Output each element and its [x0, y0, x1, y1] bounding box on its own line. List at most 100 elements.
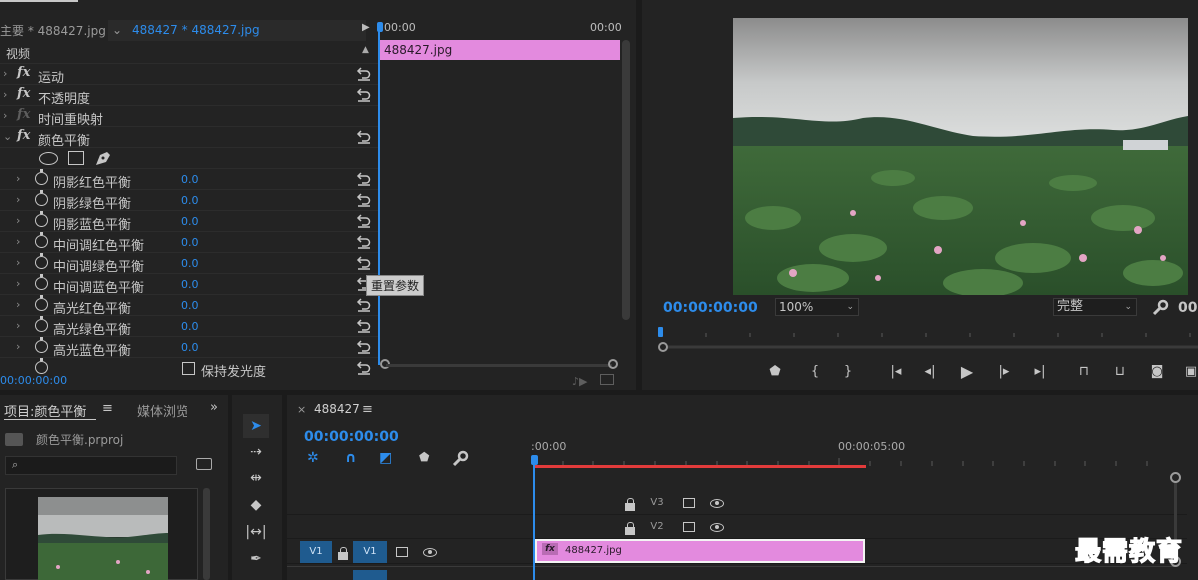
- effect-motion[interactable]: › fx 运动: [0, 63, 378, 86]
- filter-audio-icon[interactable]: ♪▶: [572, 375, 587, 388]
- timeline-timecode[interactable]: 00:00:00:00: [304, 429, 399, 445]
- razor-tool-icon[interactable]: ◆: [243, 493, 269, 517]
- mini-playhead[interactable]: [378, 25, 380, 365]
- param-value[interactable]: 0.0: [181, 278, 199, 291]
- fx-icon[interactable]: fx: [17, 128, 30, 143]
- reset-icon[interactable]: [356, 254, 372, 270]
- track-target-v1[interactable]: V1: [353, 541, 387, 563]
- wrench-icon[interactable]: [1151, 299, 1169, 317]
- timeline-playhead-handle[interactable]: [531, 455, 538, 465]
- param-value[interactable]: 0.0: [181, 236, 199, 249]
- eye-icon[interactable]: [710, 523, 724, 532]
- timeline-playhead[interactable]: [533, 458, 535, 580]
- camera-icon[interactable]: ◙: [1146, 362, 1168, 382]
- stopwatch-icon[interactable]: [35, 190, 48, 206]
- nest-insert-icon[interactable]: ✲: [307, 450, 319, 466]
- slip-tool-icon[interactable]: |↔|: [243, 520, 269, 544]
- chevron-down-icon[interactable]: ⌄: [112, 20, 122, 41]
- step-back-icon[interactable]: ◂|: [919, 362, 941, 382]
- stopwatch-icon[interactable]: [35, 295, 48, 311]
- go-to-out-icon[interactable]: ▸|: [1029, 362, 1051, 382]
- step-forward-icon[interactable]: |▸: [993, 362, 1015, 382]
- param-value[interactable]: 0.0: [181, 215, 199, 228]
- clip-thumbnail[interactable]: [38, 497, 168, 580]
- tab-project[interactable]: 项目:颜色平衡: [4, 401, 86, 420]
- sync-lock-icon[interactable]: [683, 498, 695, 508]
- panel-menu-icon[interactable]: ≡: [102, 401, 113, 416]
- stopwatch-icon[interactable]: [35, 316, 48, 332]
- expand-chevron-icon[interactable]: ›: [3, 88, 7, 101]
- eye-icon[interactable]: [710, 499, 724, 508]
- param-value[interactable]: 0.0: [181, 320, 199, 333]
- reset-icon[interactable]: [356, 317, 372, 333]
- reset-icon[interactable]: [356, 296, 372, 312]
- panel-menu-icon[interactable]: ≡: [362, 402, 373, 417]
- ripple-edit-tool-icon[interactable]: ⇹: [243, 466, 269, 490]
- reset-icon[interactable]: [356, 212, 372, 228]
- param-value[interactable]: 0.0: [181, 299, 199, 312]
- snap-icon[interactable]: ∩: [345, 450, 356, 466]
- reset-icon[interactable]: [356, 128, 372, 144]
- param-value[interactable]: 0.0: [181, 194, 199, 207]
- linked-selection-icon[interactable]: ◩: [379, 450, 392, 466]
- expand-chevron-icon[interactable]: ›: [16, 235, 20, 248]
- reset-icon[interactable]: [356, 170, 372, 186]
- collapse-up-icon[interactable]: ▲: [362, 45, 369, 55]
- stopwatch-icon[interactable]: [35, 232, 48, 248]
- reset-icon[interactable]: [356, 65, 372, 81]
- lift-icon[interactable]: ⊓: [1073, 362, 1095, 382]
- ellipse-mask-icon[interactable]: [39, 152, 58, 165]
- expand-chevron-icon[interactable]: ›: [3, 109, 7, 122]
- mini-timeline-clip[interactable]: 488427.jpg: [380, 40, 620, 60]
- play-only-audio-icon[interactable]: ▶: [362, 22, 370, 33]
- effect-color-balance[interactable]: ⌄ fx 颜色平衡: [0, 126, 378, 149]
- find-bin-icon[interactable]: [196, 458, 212, 470]
- reset-icon[interactable]: [356, 233, 372, 249]
- lock-icon[interactable]: [338, 547, 348, 561]
- selection-tool-icon[interactable]: ➤: [243, 414, 269, 438]
- stopwatch-icon[interactable]: [35, 337, 48, 353]
- eye-icon[interactable]: [423, 548, 437, 557]
- zoom-select[interactable]: 100% ⌄: [775, 298, 859, 316]
- fx-icon[interactable]: fx: [17, 65, 30, 80]
- tab-sequence-clip[interactable]: ⌄ 488427 * 488427.jpg: [108, 20, 366, 41]
- collapse-chevron-icon[interactable]: ⌄: [3, 130, 12, 143]
- add-marker-icon[interactable]: ⬟: [764, 362, 786, 382]
- playback-resolution-select[interactable]: 完整 ⌄: [1053, 298, 1137, 316]
- program-ruler[interactable]: [658, 325, 1198, 355]
- sync-lock-icon[interactable]: [396, 547, 408, 557]
- add-marker-icon[interactable]: ⬟: [419, 450, 429, 464]
- scroll-handle-right[interactable]: [608, 359, 618, 369]
- expand-chevron-icon[interactable]: ›: [16, 214, 20, 227]
- expand-chevron-icon[interactable]: ›: [3, 67, 7, 80]
- pen-tool-icon[interactable]: ✒: [243, 547, 269, 571]
- reset-icon[interactable]: [356, 86, 372, 102]
- more-tabs-icon[interactable]: »: [210, 400, 218, 415]
- expand-chevron-icon[interactable]: ›: [16, 319, 20, 332]
- mini-playhead-handle[interactable]: [377, 22, 383, 32]
- mark-in-icon[interactable]: {: [804, 362, 826, 382]
- program-timecode[interactable]: 00:00:00:00: [663, 300, 758, 316]
- source-patch-v1[interactable]: V1: [300, 541, 332, 563]
- pen-mask-icon[interactable]: [94, 150, 112, 167]
- play-icon[interactable]: ▶: [956, 362, 978, 382]
- reset-icon[interactable]: [356, 191, 372, 207]
- param-value[interactable]: 0.0: [181, 173, 199, 186]
- reset-icon[interactable]: [356, 338, 372, 354]
- timeline-clip[interactable]: 488427.jpg: [535, 539, 865, 563]
- effect-opacity[interactable]: › fx 不透明度: [0, 84, 378, 107]
- param-value[interactable]: 0.0: [181, 257, 199, 270]
- effect-controls-timecode[interactable]: 00:00:00:00: [0, 374, 67, 387]
- param-value[interactable]: 0.0: [181, 341, 199, 354]
- expand-chevron-icon[interactable]: ›: [16, 277, 20, 290]
- button-editor-icon[interactable]: ▣: [1180, 362, 1198, 382]
- effect-time-remap[interactable]: › fx 时间重映射: [0, 105, 378, 128]
- expand-chevron-icon[interactable]: ›: [16, 340, 20, 353]
- go-to-in-icon[interactable]: |◂: [885, 362, 907, 382]
- tab-media-browser[interactable]: 媒体浏览: [137, 401, 187, 420]
- preserve-luminosity-checkbox[interactable]: [182, 362, 195, 375]
- lock-icon[interactable]: [625, 498, 635, 512]
- reset-icon[interactable]: [356, 359, 372, 375]
- expand-chevron-icon[interactable]: ›: [16, 298, 20, 311]
- scroll-handle-top[interactable]: [1170, 472, 1181, 483]
